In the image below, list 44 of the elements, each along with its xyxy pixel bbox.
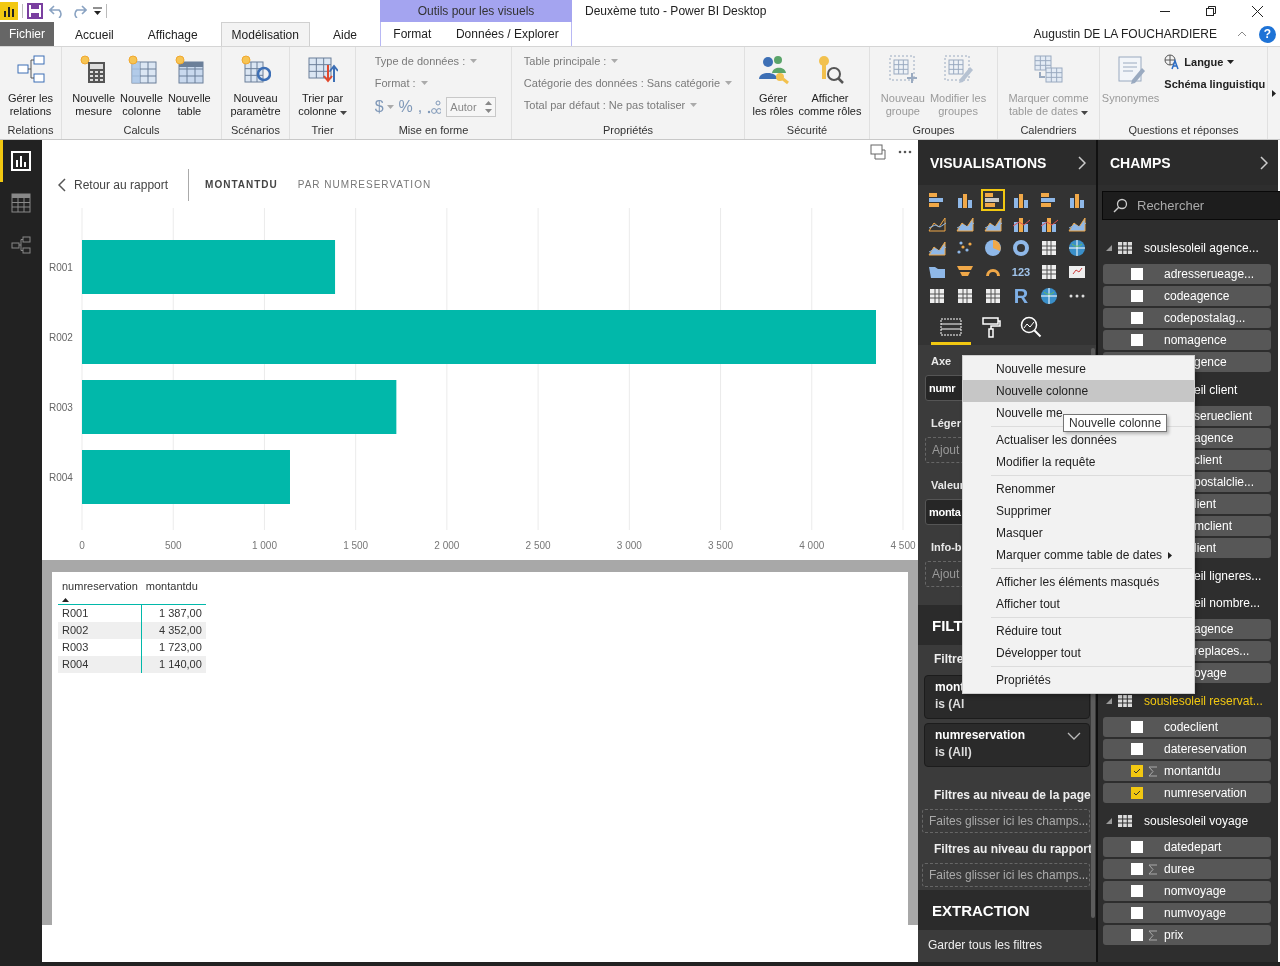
tick-label: 1 500 [343,540,369,551]
filter-label: Filtres au niveau du rapport [934,841,1093,857]
tick-label: 0 [79,540,85,551]
context-group-label: Outils pour les visuels [417,4,535,18]
tick-label: 3 000 [616,540,642,551]
group-label: Mise en forme [397,124,470,138]
visual-subtitle: PAR NUMRESERVATION [297,179,432,190]
category-label: R004 [49,472,73,483]
window-title: Deuxème tuto - Power BI Desktop [584,4,767,18]
group-label: Calculs [122,124,161,138]
tick-label: 4 500 [890,540,916,551]
tick-label: 2 000 [434,540,460,551]
visual-title: MONTANTDU [205,179,278,190]
drillthrough-label: Garder tous les filtres [927,937,1044,952]
group-label: Groupes [911,124,956,138]
tick-label: 2 500 [525,540,551,551]
tick-label: 500 [164,540,182,551]
tooltip: Nouvelle colonne [1063,414,1168,432]
group-label: Questions et réponses [1127,124,1240,138]
tick-label: 3 500 [708,540,734,551]
group-label: Sécurité [785,124,829,138]
filter-value: is (All) [935,745,973,759]
pane-title: VISUALISATIONS [930,154,1047,171]
user-name: Augustin DE LA FOUCHARDIERE [1033,27,1217,41]
group-label: Propriétés [601,124,655,138]
section-title: FILT [932,616,963,634]
pane-title: CHAMPS [1110,154,1171,171]
filter-label: Filtre [934,651,964,667]
category-label: R003 [49,402,73,413]
well-label: Léger [931,416,961,431]
group-label: Scénarios [230,124,281,138]
category-label: R001 [49,262,73,273]
tick-label: 4 000 [799,540,825,551]
tick-label: 1 000 [251,540,277,551]
section-title: EXTRACTION [932,901,1030,919]
group-label: Relations [6,124,55,138]
filter-field: numreservation [935,728,1026,742]
well-label: Axe [931,354,952,369]
group-label: Trier [310,124,335,138]
category-label: R002 [49,332,73,343]
well-label: Info-b [931,540,962,555]
group-label: Calendriers [1019,124,1078,138]
filter-value: is (Al [935,697,965,711]
filter-label: Filtres au niveau de la page [934,787,1091,803]
